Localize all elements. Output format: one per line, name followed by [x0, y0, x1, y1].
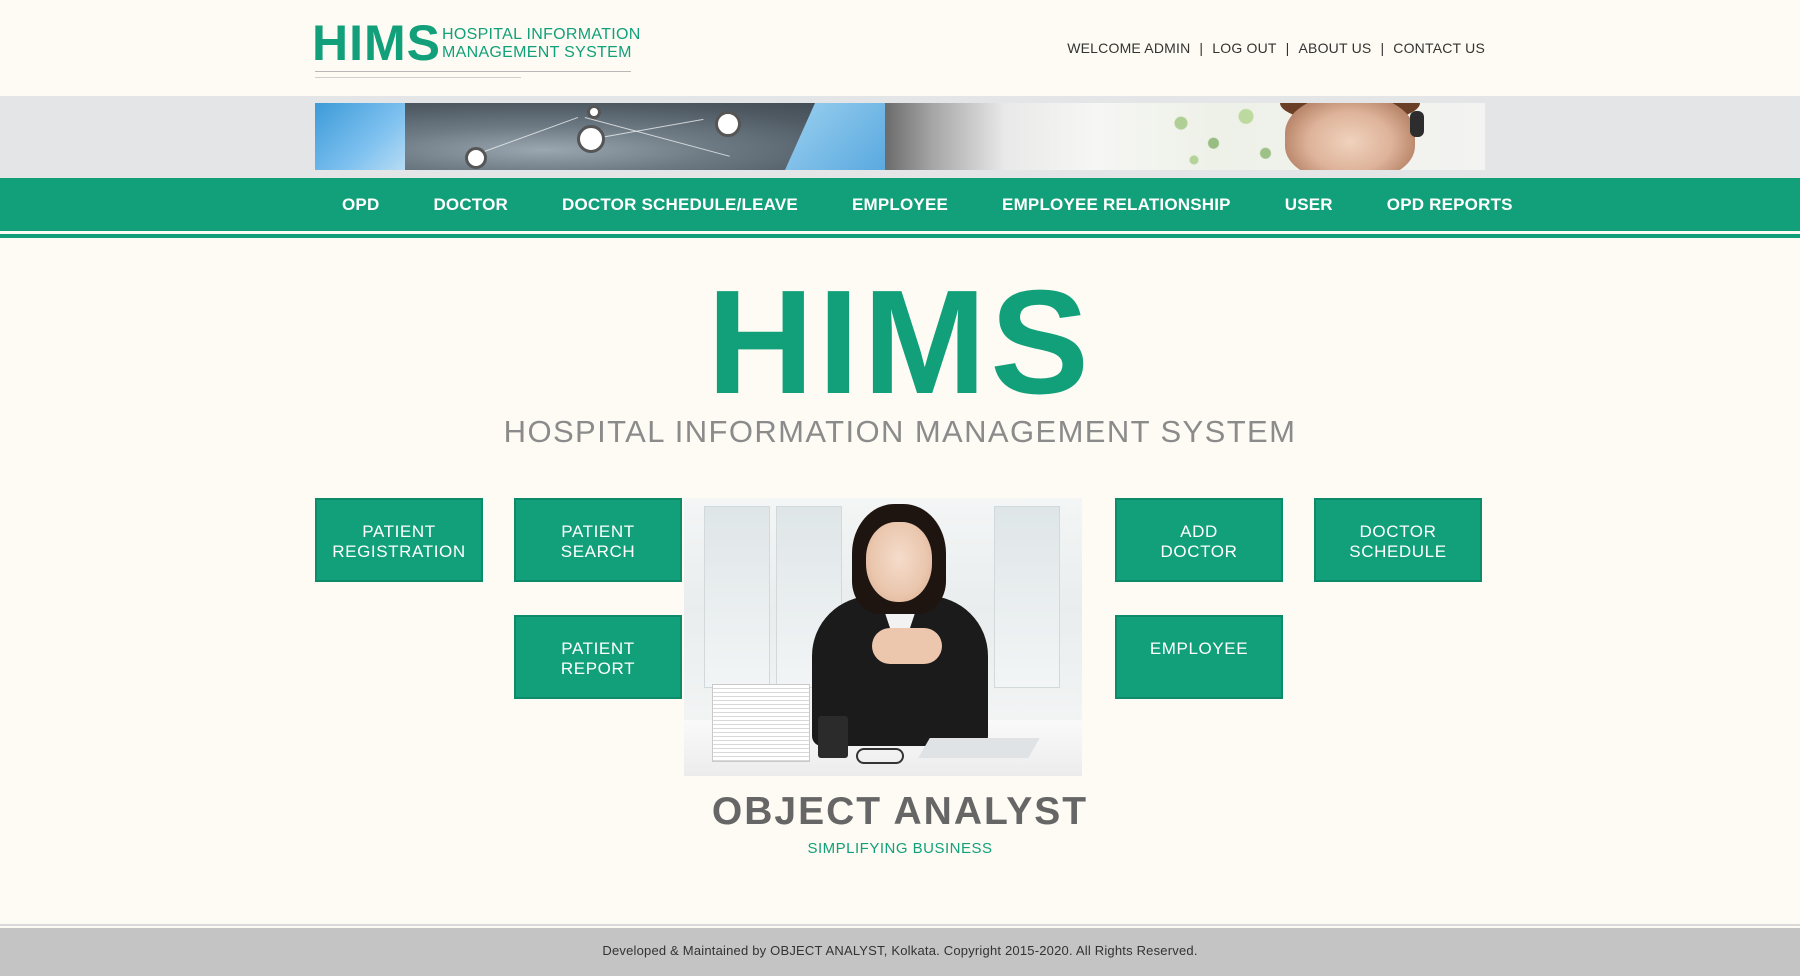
glasses-icon: [856, 748, 904, 764]
tile-label-line1: PATIENT: [362, 522, 436, 541]
footer-text: Developed & Maintained by OBJECT ANALYST…: [602, 943, 1198, 958]
employee-button[interactable]: EMPLOYEE: [1115, 615, 1283, 699]
contact-us-link[interactable]: CONTACT US: [1393, 40, 1485, 56]
logo-subtitle-line1: HOSPITAL INFORMATION: [442, 26, 641, 43]
tile-label-line2: DOCTOR: [1160, 542, 1238, 561]
doctor-schedule-button[interactable]: DOCTOR SCHEDULE: [1314, 498, 1482, 582]
hims-logo[interactable]: HIMS HOSPITAL INFORMATION MANAGEMENT SYS…: [312, 15, 640, 80]
footer: Developed & Maintained by OBJECT ANALYST…: [0, 928, 1800, 976]
paper-stack: [712, 684, 810, 762]
main-nav: OPD DOCTOR DOCTOR SCHEDULE/LEAVE EMPLOYE…: [0, 178, 1800, 234]
network-node-icon: [465, 147, 487, 169]
link-separator: |: [1380, 40, 1385, 56]
tile-label-line1: EMPLOYEE: [1149, 639, 1249, 658]
about-us-link[interactable]: ABOUT US: [1299, 40, 1372, 56]
tile-label-line2: REGISTRATION: [332, 542, 466, 561]
logo-title: HIMS: [312, 15, 441, 71]
logout-link[interactable]: LOG OUT: [1212, 40, 1276, 56]
banner-agent-image: [885, 103, 1485, 170]
nav-item-user[interactable]: USER: [1258, 195, 1360, 215]
link-separator: |: [1199, 40, 1204, 56]
patient-search-button[interactable]: PATIENT SEARCH: [514, 498, 682, 582]
banner-network-image: [315, 103, 885, 170]
logo-subtitle-line2: MANAGEMENT SYSTEM: [442, 44, 632, 61]
clipboard: [918, 738, 1040, 758]
headset-icon: [1410, 111, 1424, 137]
welcome-admin-link[interactable]: WELCOME ADMIN: [1067, 40, 1190, 56]
nav-item-doctor[interactable]: DOCTOR: [406, 195, 535, 215]
nav-item-employee-relationship[interactable]: EMPLOYEE RELATIONSHIP: [975, 195, 1258, 215]
tile-label-line2: SCHEDULE: [1349, 542, 1447, 561]
network-node-icon: [587, 105, 601, 119]
hero-title: HIMS: [707, 260, 1093, 425]
tile-label-line1: PATIENT: [561, 522, 635, 541]
brand-tagline: SIMPLIFYING BUSINESS: [807, 840, 993, 857]
pen-cup: [818, 716, 848, 758]
top-links: WELCOME ADMIN | LOG OUT | ABOUT US | CON…: [1067, 40, 1485, 56]
hero-subtitle: HOSPITAL INFORMATION MANAGEMENT SYSTEM: [503, 414, 1297, 449]
logo-divider-short: [315, 77, 521, 78]
logo-divider: [315, 71, 631, 72]
patient-registration-button[interactable]: PATIENT REGISTRATION: [315, 498, 483, 582]
tile-label-line1: DOCTOR: [1359, 522, 1437, 541]
logo-subtitle: HOSPITAL INFORMATION MANAGEMENT SYSTEM: [442, 26, 642, 62]
header: HIMS HOSPITAL INFORMATION MANAGEMENT SYS…: [0, 0, 1800, 96]
nav-item-opd-reports[interactable]: OPD REPORTS: [1360, 195, 1540, 215]
nav-item-employee[interactable]: EMPLOYEE: [825, 195, 975, 215]
tile-label-line2: SEARCH: [560, 542, 636, 561]
network-node-icon: [577, 125, 605, 153]
patient-report-button[interactable]: PATIENT REPORT: [514, 615, 682, 699]
add-doctor-button[interactable]: ADD DOCTOR: [1115, 498, 1283, 582]
link-separator: |: [1285, 40, 1290, 56]
tile-label-line1: PATIENT: [561, 639, 635, 658]
network-node-icon: [715, 111, 741, 137]
tile-label-line1: ADD: [1180, 522, 1218, 541]
nav-item-doctor-schedule-leave[interactable]: DOCTOR SCHEDULE/LEAVE: [535, 195, 825, 215]
nav-item-opd[interactable]: OPD: [315, 195, 406, 215]
office-woman-photo: [684, 498, 1082, 776]
tile-label-line2: REPORT: [560, 659, 636, 678]
footer-divider: [0, 924, 1800, 926]
brand-name: OBJECT ANALYST: [711, 790, 1089, 833]
banner-image: [315, 103, 1485, 170]
